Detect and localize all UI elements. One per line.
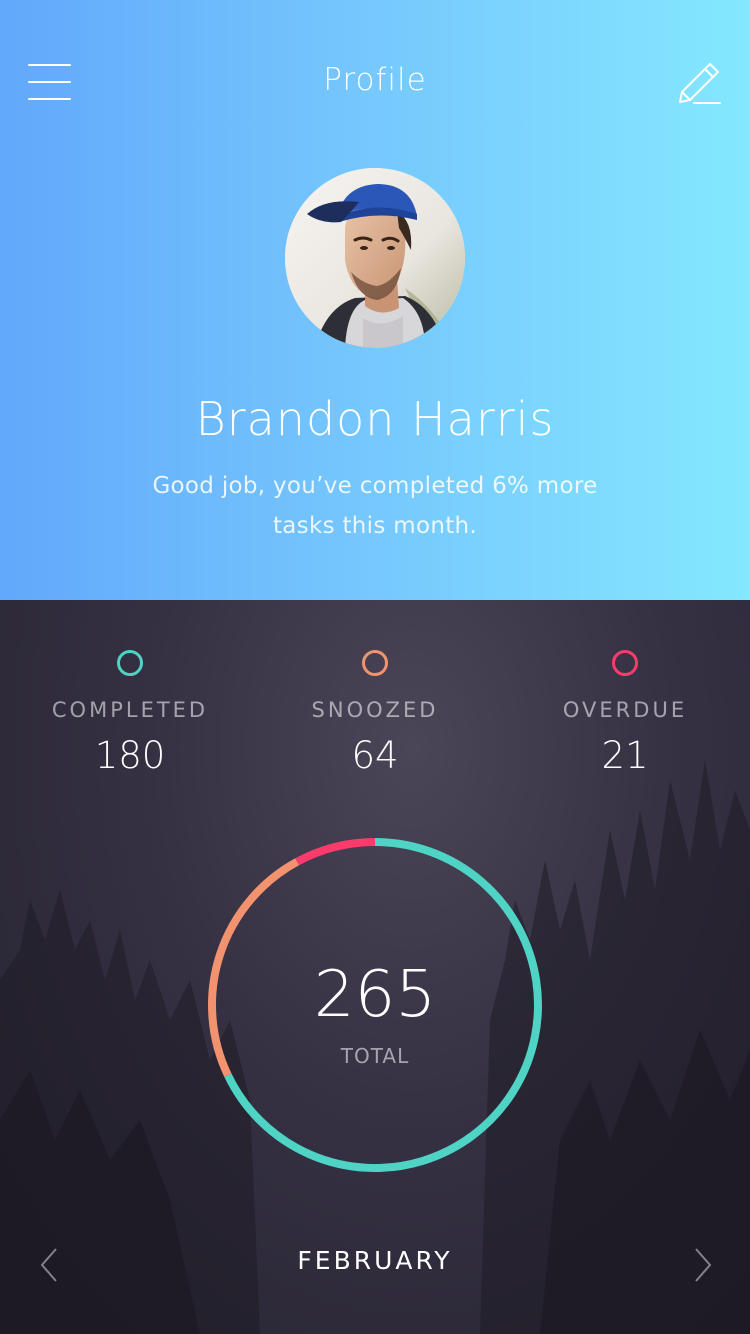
avatar[interactable] [285, 168, 465, 348]
edit-profile-button[interactable] [676, 60, 724, 106]
overdue-arc [295, 838, 376, 866]
stat-completed: COMPLETED 180 [5, 650, 255, 777]
overdue-indicator-icon [612, 650, 638, 676]
total-label: TOTAL [340, 1044, 410, 1068]
stat-label: OVERDUE [562, 698, 688, 722]
pencil-icon [679, 63, 721, 104]
snoozed-indicator-icon [362, 650, 388, 676]
stat-snoozed: SNOOZED 64 [250, 650, 500, 777]
progress-message: Good job, you’ve completed 6% more tasks… [152, 473, 598, 539]
stat-value: 180 [94, 734, 166, 777]
stat-value: 21 [601, 734, 649, 777]
stat-label: SNOOZED [311, 698, 439, 722]
avatar-photo [285, 168, 465, 348]
completed-indicator-icon [117, 650, 143, 676]
task-stats-section: COMPLETED 180 SNOOZED 64 OVERDUE 21 265 … [0, 600, 750, 1334]
page-title: Profile [323, 62, 427, 98]
stat-label: COMPLETED [51, 698, 209, 722]
user-name: Brandon Harris [195, 392, 555, 446]
profile-header: Profile Brandon Harris Good job, you’ve … [0, 0, 750, 600]
total-count: 265 [313, 958, 437, 1032]
next-month-button[interactable] [688, 1245, 716, 1285]
current-month: FEBRUARY [297, 1246, 453, 1275]
chevron-right-icon [695, 1248, 712, 1282]
stat-value: 64 [351, 734, 399, 777]
stat-overdue: OVERDUE 21 [500, 650, 750, 777]
